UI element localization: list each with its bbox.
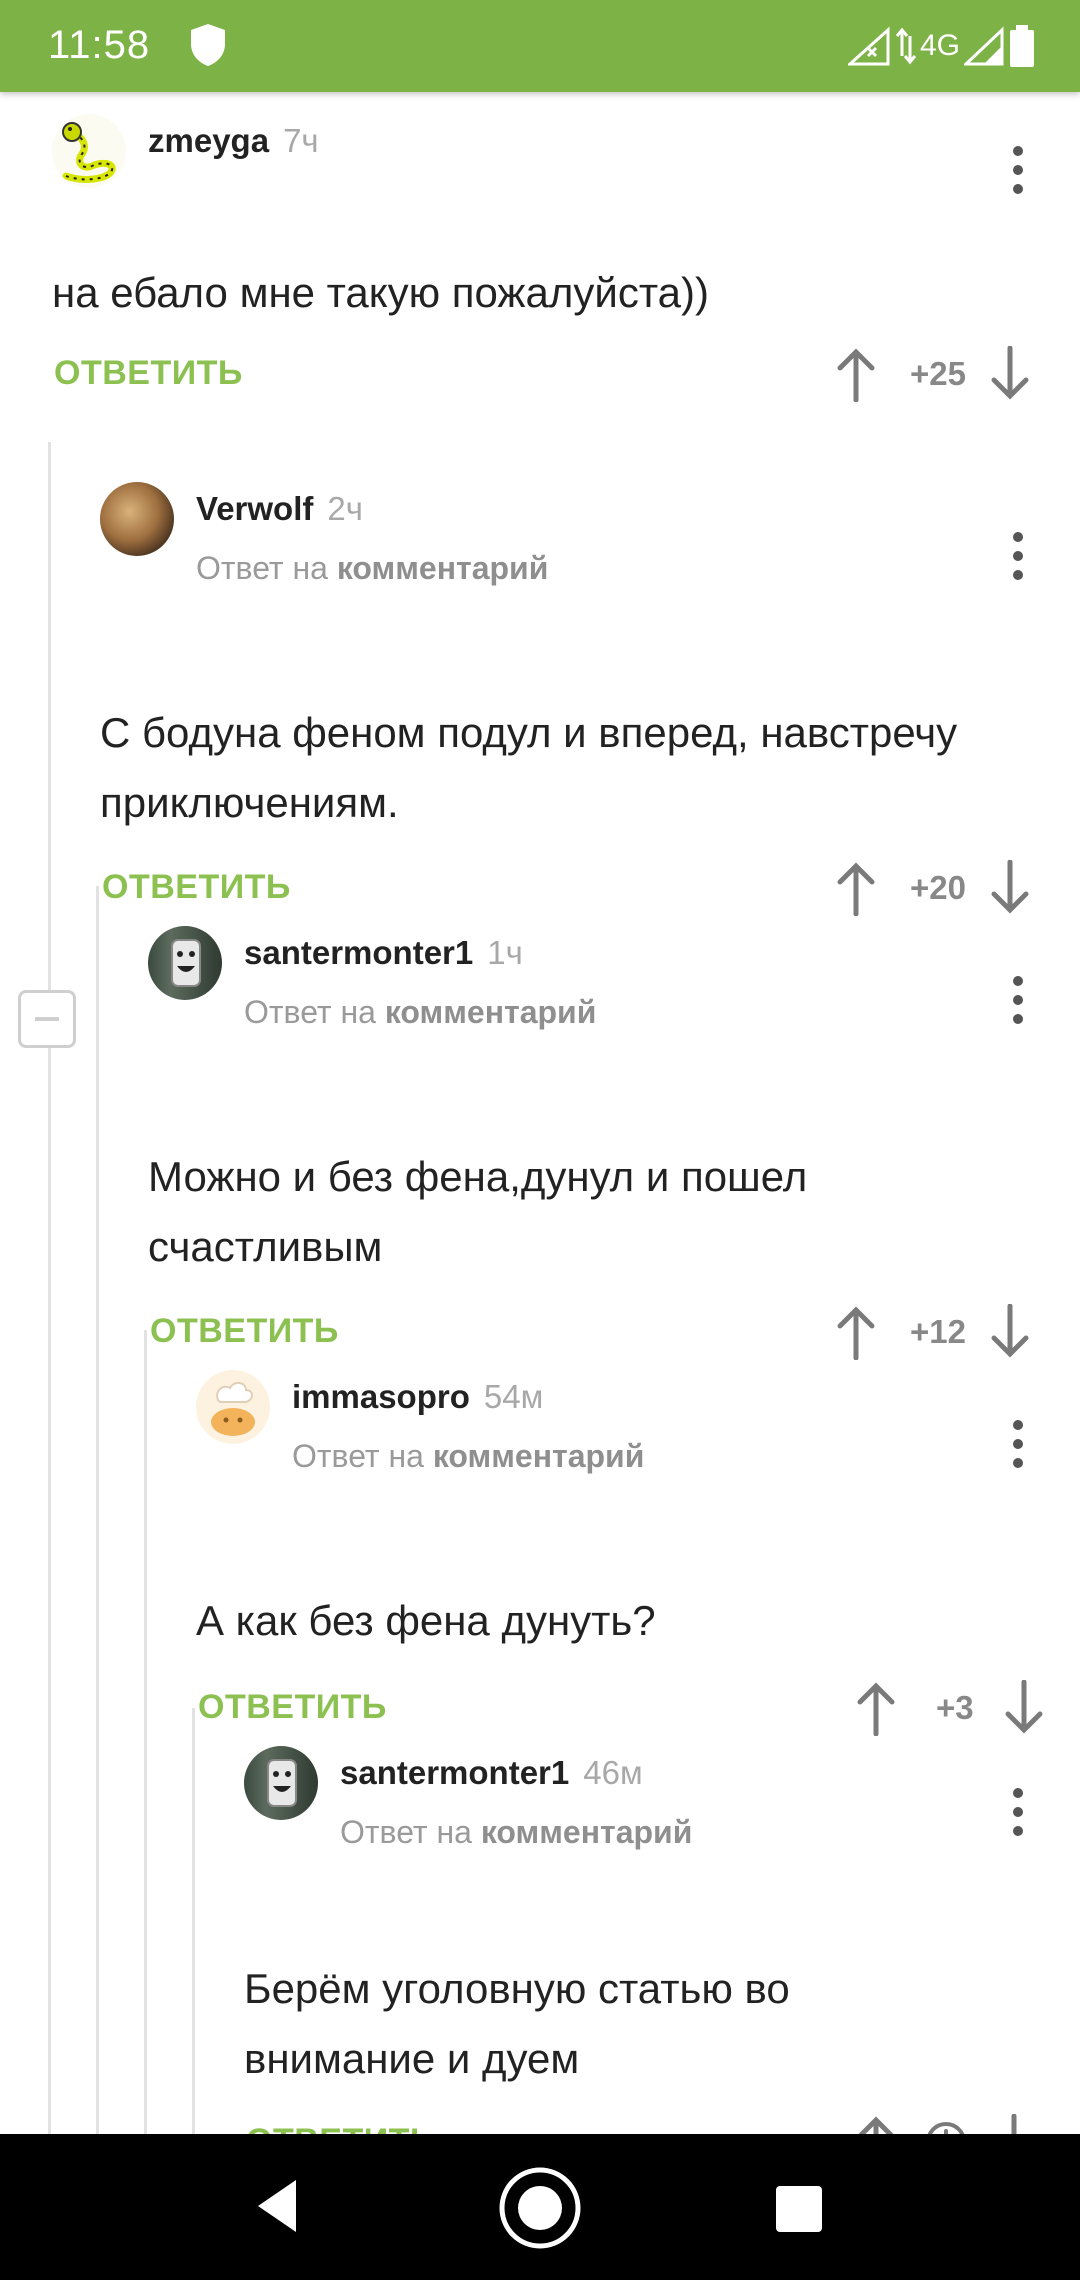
- comment-text: А как без фена дунуть?: [196, 1597, 656, 1644]
- downvote-icon[interactable]: [988, 1304, 1032, 1360]
- snake-avatar[interactable]: [52, 114, 126, 188]
- vote-controls: +12: [834, 1302, 1032, 1362]
- clock-icon: [927, 2122, 965, 2134]
- system-icons: 4G: [847, 22, 1036, 70]
- signal-strength-icon: [964, 26, 1004, 66]
- comment: santermonter1 1ч Ответ на комментарий Мож…: [148, 926, 1080, 1360]
- rating-value: +20: [910, 869, 966, 906]
- status-bar: 11:58 4G: [0, 0, 1080, 92]
- more-menu-icon[interactable]: [998, 140, 1038, 200]
- reply-button[interactable]: ОТВЕТИТЬ: [54, 354, 243, 393]
- collapse-thread-button[interactable]: [18, 990, 76, 1048]
- upvote-icon[interactable]: [834, 346, 878, 402]
- reply-button[interactable]: ОТВЕТИТЬ: [246, 2122, 435, 2134]
- reply-to-label: Ответ на комментарий: [292, 1438, 645, 1474]
- rating-value: +12: [910, 1313, 966, 1350]
- reply-to-link[interactable]: комментарий: [481, 1814, 693, 1850]
- reply-to-label: Ответ на комментарий: [196, 550, 549, 586]
- comment-age: 46м: [583, 1754, 643, 1791]
- author-name[interactable]: immasopro 54м: [292, 1378, 543, 1416]
- reply-to-label: Ответ на комментарий: [244, 994, 597, 1030]
- status-time: 11:58: [48, 23, 151, 67]
- thread-line[interactable]: [48, 442, 51, 2134]
- photo-avatar[interactable]: [100, 482, 174, 556]
- battery-icon: [1010, 25, 1034, 67]
- rating-value: +3: [936, 1689, 974, 1726]
- thread-line[interactable]: [96, 886, 99, 2134]
- reply-button[interactable]: ОТВЕТИТЬ: [150, 1312, 339, 1351]
- thread-line[interactable]: [192, 1708, 195, 2134]
- comment-thread: zmeyga 7ч на ебало мне такую пожалуйста))…: [0, 92, 1080, 2134]
- network-type-label: 4G: [919, 29, 960, 62]
- comment-age: 2ч: [327, 490, 363, 527]
- reply-to-link[interactable]: комментарий: [337, 550, 549, 586]
- upvote-icon[interactable]: [834, 860, 878, 916]
- reply-to-link[interactable]: комментарий: [385, 994, 597, 1030]
- more-menu-icon[interactable]: [998, 1414, 1038, 1474]
- author-name[interactable]: Verwolf 2ч: [196, 490, 363, 528]
- upvote-icon[interactable]: [854, 2114, 898, 2134]
- author-name[interactable]: santermonter1 1ч: [244, 934, 523, 972]
- comment: zmeyga 7ч на ебало мне такую пожалуйста))…: [52, 114, 1080, 444]
- author-name[interactable]: santermonter1 46м: [340, 1754, 643, 1792]
- author-name[interactable]: zmeyga 7ч: [148, 122, 319, 160]
- downvote-icon[interactable]: [992, 2114, 1036, 2134]
- data-arrows-icon: [895, 27, 916, 65]
- reply-to-link[interactable]: комментарий: [433, 1438, 645, 1474]
- more-menu-icon[interactable]: [998, 970, 1038, 1030]
- back-icon[interactable]: [252, 2176, 302, 2236]
- reply-button[interactable]: ОТВЕТИТЬ: [198, 1688, 387, 1727]
- upvote-icon[interactable]: [834, 1304, 878, 1360]
- downvote-icon[interactable]: [988, 346, 1032, 402]
- rating-value: +25: [910, 355, 966, 392]
- thread-line[interactable]: [144, 1330, 147, 2134]
- comment: immasopro 54м Ответ на комментарий А как …: [196, 1370, 1080, 1736]
- comment-age: 7ч: [283, 122, 319, 159]
- comment-text: Можно и без фена,дунул и пошел счастливы…: [148, 1153, 808, 1270]
- comment-age: 54м: [483, 1378, 544, 1415]
- reply-to-label: Ответ на комментарий: [340, 1814, 693, 1850]
- shield-icon: [191, 24, 225, 66]
- signal-icon: [847, 26, 890, 66]
- chef-avatar[interactable]: [196, 1370, 270, 1444]
- smiley-avatar[interactable]: [148, 926, 222, 1000]
- home-icon[interactable]: [498, 2166, 582, 2250]
- navigation-bar: [0, 2134, 1080, 2280]
- comment: Verwolf 2ч Ответ на комментарий С бодуна …: [100, 482, 1080, 916]
- comment-age: 1ч: [487, 934, 523, 971]
- comment-text: С бодуна феном подул и вперед, навстречу…: [100, 709, 958, 826]
- more-menu-icon[interactable]: [998, 526, 1038, 586]
- vote-controls: +25: [834, 344, 1032, 404]
- smiley-avatar[interactable]: [244, 1746, 318, 1820]
- comment-text: Берём уголовную статью во внимание и дуе…: [244, 1965, 790, 2082]
- more-menu-icon[interactable]: [998, 1782, 1038, 1842]
- downvote-icon[interactable]: [1002, 1680, 1046, 1736]
- downvote-icon[interactable]: [988, 860, 1032, 916]
- reply-button[interactable]: ОТВЕТИТЬ: [102, 868, 291, 907]
- comment-text: на ебало мне такую пожалуйста)): [52, 269, 709, 316]
- vote-controls: +20: [834, 858, 1032, 918]
- recents-icon[interactable]: [776, 2186, 822, 2232]
- comment: santermonter1 46м Ответ на комментарий Бе…: [244, 1746, 1080, 2134]
- upvote-icon[interactable]: [854, 1680, 898, 1736]
- vote-controls: +3: [854, 1678, 1046, 1738]
- vote-controls: [854, 2112, 1036, 2134]
